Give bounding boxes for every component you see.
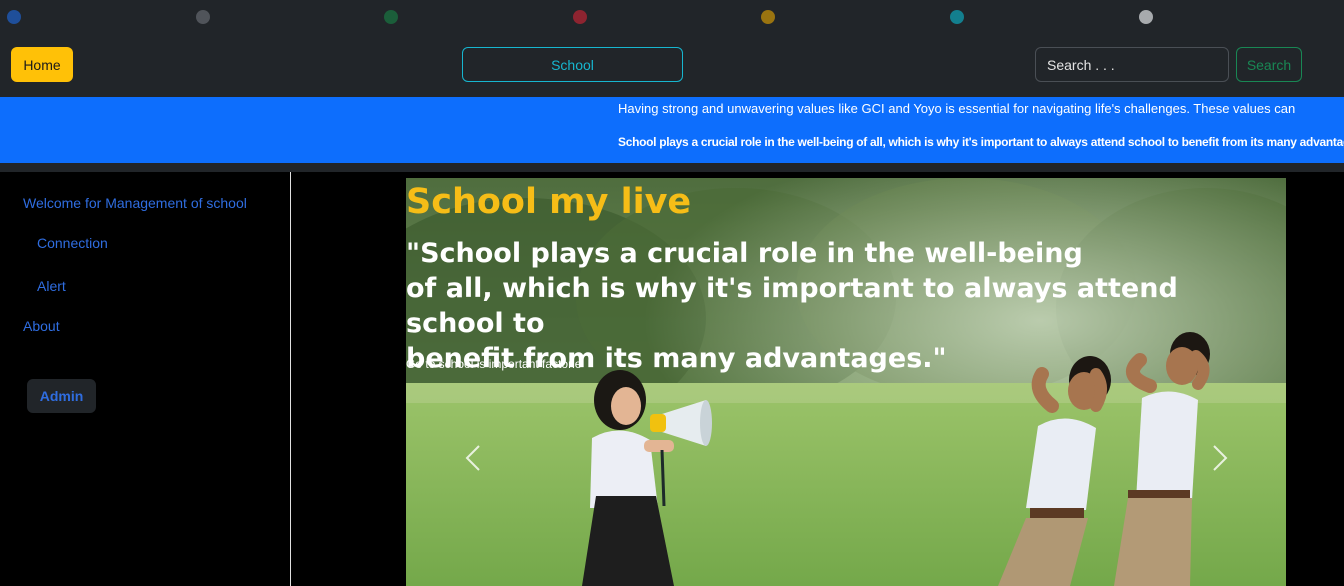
school-button[interactable]: School <box>462 47 683 82</box>
divider <box>0 163 1344 172</box>
home-button[interactable]: Home <box>11 47 73 82</box>
hero-quote-line: "School plays a crucial role in the well… <box>406 238 1083 269</box>
search-input[interactable] <box>1035 47 1229 82</box>
hero-title: School my live <box>406 182 692 222</box>
marquee-text-values: Having strong and unwavering values like… <box>618 101 1296 116</box>
marquee-text-school: School plays a crucial role in the well-… <box>618 135 1344 149</box>
sidebar-item-welcome[interactable]: Welcome for Management of school <box>23 195 247 211</box>
hero-quote-line: of all, which is why it's important to a… <box>406 273 1178 339</box>
green-dot-icon <box>384 10 398 24</box>
yellow-dot-icon <box>761 10 775 24</box>
carousel-prev-button[interactable] <box>462 443 486 473</box>
sidebar-item-connection[interactable]: Connection <box>37 235 108 251</box>
teal-dot-icon <box>950 10 964 24</box>
sidebar: Welcome for Management of school Connect… <box>0 172 291 586</box>
admin-button[interactable]: Admin <box>27 379 96 413</box>
search-button[interactable]: Search <box>1236 47 1302 82</box>
light-gray-dot-icon <box>1139 10 1153 24</box>
sidebar-item-alert[interactable]: Alert <box>37 278 66 294</box>
top-navbar: Home School Search <box>0 0 1344 97</box>
carousel-next-button[interactable] <box>1207 443 1231 473</box>
marquee-banner: Having strong and unwavering values like… <box>0 97 1344 163</box>
sidebar-item-about[interactable]: About <box>23 318 60 334</box>
hero-carousel: School my live "School plays a crucial r… <box>406 178 1286 586</box>
gray-dot-icon <box>196 10 210 24</box>
hero-quote: "School plays a crucial role in the well… <box>406 236 1226 376</box>
hero-subtitle: Go to school is important factorie <box>406 357 582 371</box>
chevron-right-icon <box>1213 445 1228 471</box>
red-dot-icon <box>573 10 587 24</box>
chevron-left-icon <box>465 445 480 471</box>
blue-dot-icon <box>7 10 21 24</box>
